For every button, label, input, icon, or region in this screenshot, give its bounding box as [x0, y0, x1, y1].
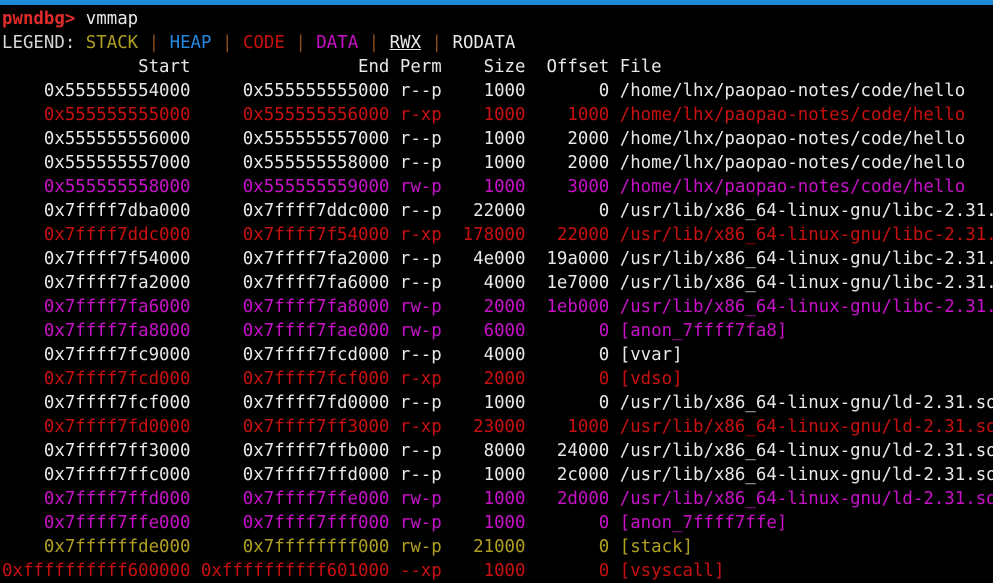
space-2	[138, 33, 148, 53]
table-row: 0x555555558000 0x555555559000 rw-p 1000 …	[2, 177, 966, 197]
legend-separator-1: |	[148, 33, 160, 53]
space-3	[159, 33, 169, 53]
table-row: 0x555555556000 0x555555557000 r--p 1000 …	[2, 129, 966, 149]
space-11	[442, 33, 452, 53]
legend-separator-3: |	[295, 33, 306, 53]
table-row: 0x7ffff7ffd000 0x7ffff7ffe000 rw-p 1000 …	[2, 489, 993, 509]
legend-line: LEGEND: STACK | HEAP | CODE | DATA | RWX…	[2, 31, 993, 55]
table-row: 0x7ffff7fa8000 0x7ffff7fae000 rw-p 6000 …	[2, 321, 788, 341]
table-header-row: Start End Perm Size Offset File	[2, 57, 662, 77]
table-row: 0x7ffff7fcf000 0x7ffff7fd0000 r--p 1000 …	[2, 393, 993, 413]
table-row: 0x7ffff7ddc000 0x7ffff7f54000 r-xp 17800…	[2, 225, 993, 245]
table-row: 0x7ffff7dba000 0x7ffff7ddc000 r--p 22000…	[2, 201, 993, 221]
legend-label: LEGEND:	[2, 33, 76, 53]
space-5	[232, 33, 242, 53]
space-1	[75, 33, 85, 53]
space-7	[306, 33, 316, 53]
legend-item-data: DATA	[316, 33, 359, 53]
table-row: 0x7ffff7ffe000 0x7ffff7fff000 rw-p 1000 …	[2, 513, 788, 533]
space-8	[358, 33, 368, 53]
prompt-line: pwndbg> vmmap	[2, 7, 993, 31]
table-row: 0x7ffff7ffc000 0x7ffff7ffd000 r--p 1000 …	[2, 465, 993, 485]
legend-item-rodata: RODATA	[452, 33, 516, 53]
terminal-screen[interactable]: pwndbg> vmmap LEGEND: STACK | HEAP | COD…	[0, 5, 993, 581]
legend-separator-2: |	[221, 33, 233, 53]
legend-separator-5: |	[431, 33, 443, 53]
table-row: 0x7ffffffde000 0x7ffffffff000 rw-p 21000…	[2, 537, 694, 557]
memory-map-table: 0x555555554000 0x555555555000 r--p 1000 …	[2, 79, 993, 583]
table-row: 0x7ffff7fc9000 0x7ffff7fcd000 r--p 4000 …	[2, 345, 683, 365]
table-row: 0x555555555000 0x555555556000 r-xp 1000 …	[2, 105, 966, 125]
table-row: 0x7ffff7fa6000 0x7ffff7fa8000 rw-p 2000 …	[2, 297, 993, 317]
table-row: 0x555555554000 0x555555555000 r--p 1000 …	[2, 81, 966, 101]
table-row: 0x7ffff7fd0000 0x7ffff7ff3000 r-xp 23000…	[2, 417, 993, 437]
pwndbg-prompt: pwndbg>	[2, 9, 76, 29]
command-text: vmmap	[85, 9, 139, 29]
space-9	[379, 33, 389, 53]
table-row: 0x7ffff7fcd000 0x7ffff7fcf000 r-xp 2000 …	[2, 369, 683, 389]
table-row: 0x7ffff7ff3000 0x7ffff7ffb000 r--p 8000 …	[2, 441, 993, 461]
legend-item-stack: STACK	[85, 33, 139, 53]
table-row: 0xffffffffff600000 0xffffffffff601000 --…	[2, 561, 725, 581]
table-row: 0x7ffff7f54000 0x7ffff7fa2000 r--p 4e000…	[2, 249, 993, 269]
space-4	[211, 33, 221, 53]
space-10	[421, 33, 431, 53]
legend-separator-4: |	[368, 33, 380, 53]
legend-item-heap: HEAP	[169, 33, 212, 53]
space-6	[285, 33, 295, 53]
terminal-window: pwndbg> vmmap LEGEND: STACK | HEAP | COD…	[0, 0, 993, 581]
legend-item-code: CODE	[242, 33, 285, 53]
table-row: 0x7ffff7fa2000 0x7ffff7fa6000 r--p 4000 …	[2, 273, 993, 293]
legend-item-rwx: RWX	[389, 33, 422, 53]
table-row: 0x555555557000 0x555555558000 r--p 1000 …	[2, 153, 966, 173]
